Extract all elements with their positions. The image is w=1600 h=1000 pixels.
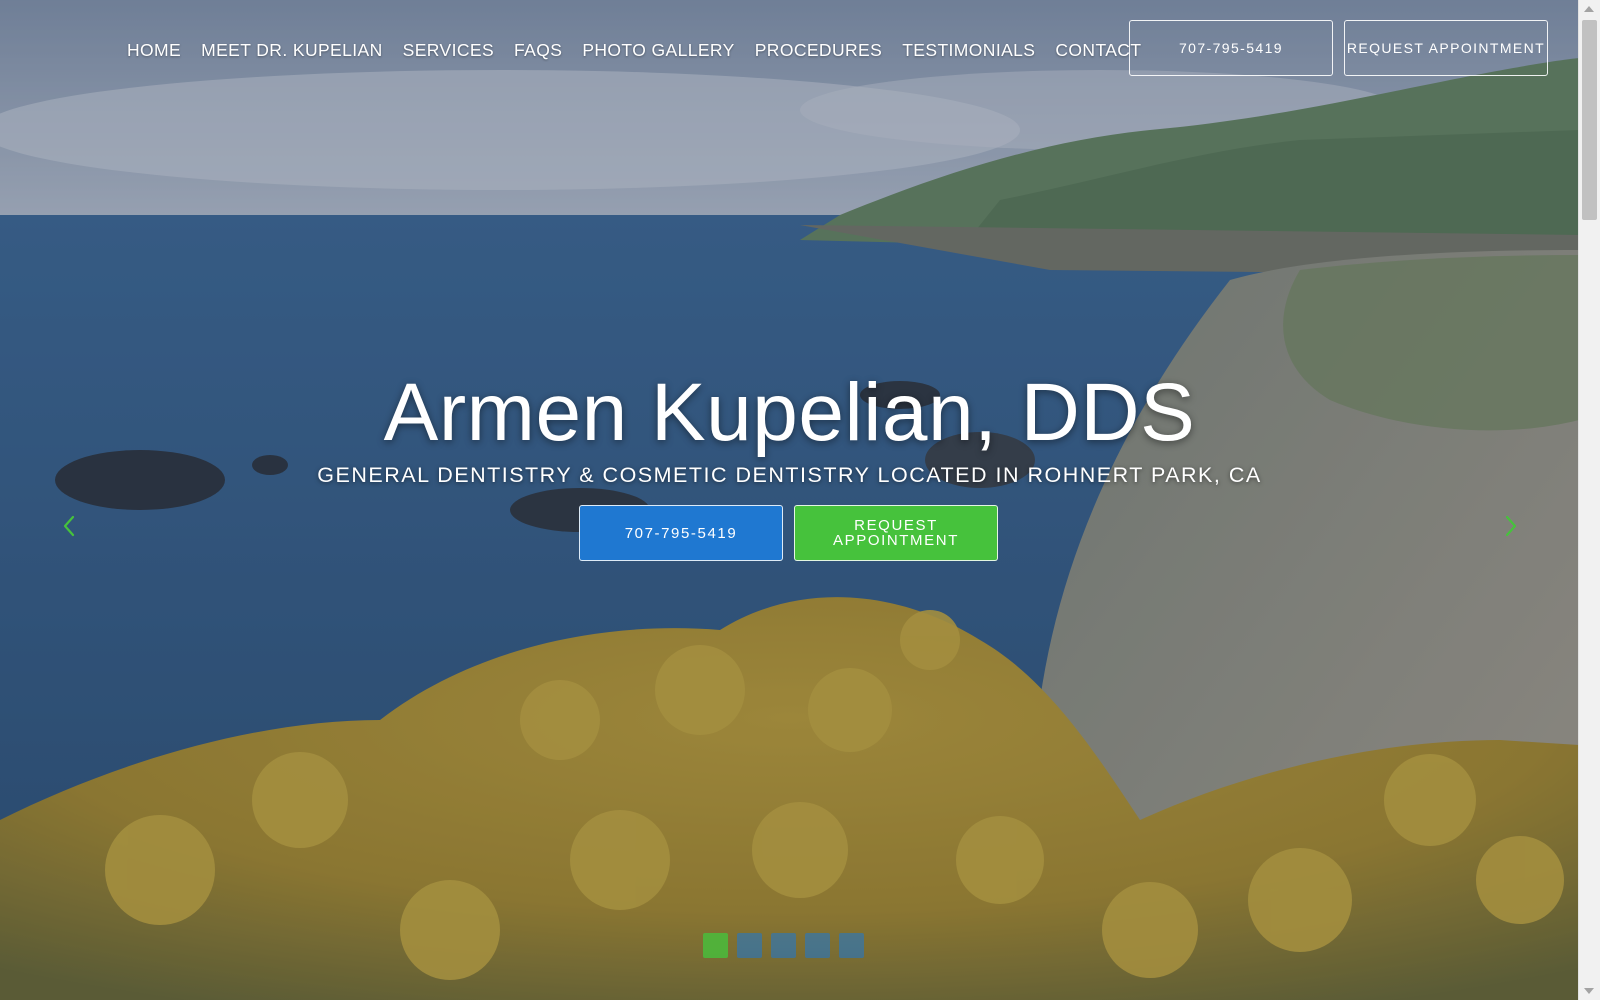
carousel-dot-3[interactable] [771,933,796,958]
carousel-next-button[interactable] [1496,512,1524,540]
hero-subtitle: GENERAL DENTISTRY & COSMETIC DENTISTRY L… [317,463,1262,487]
scroll-down-arrow-icon[interactable] [1584,988,1594,994]
hero-request-appointment-button[interactable]: REQUEST APPOINTMENT [794,505,998,561]
carousel-dot-1[interactable] [703,933,728,958]
hero-section: Armen Kupelian, DDS GENERAL DENTISTRY & … [0,0,1579,1000]
hero-phone-button[interactable]: 707-795-5419 [579,505,783,561]
chevron-left-icon [63,515,75,537]
chevron-right-icon [1505,515,1517,537]
scroll-up-arrow-icon[interactable] [1584,6,1594,12]
carousel-prev-button[interactable] [56,512,84,540]
carousel-dot-5[interactable] [839,933,864,958]
carousel-dot-4[interactable] [805,933,830,958]
carousel-dot-2[interactable] [737,933,762,958]
page-scrollbar[interactable] [1578,0,1600,1000]
scrollbar-thumb[interactable] [1582,20,1597,220]
hero-title: Armen Kupelian, DDS [383,367,1196,458]
carousel-indicators [703,933,864,958]
